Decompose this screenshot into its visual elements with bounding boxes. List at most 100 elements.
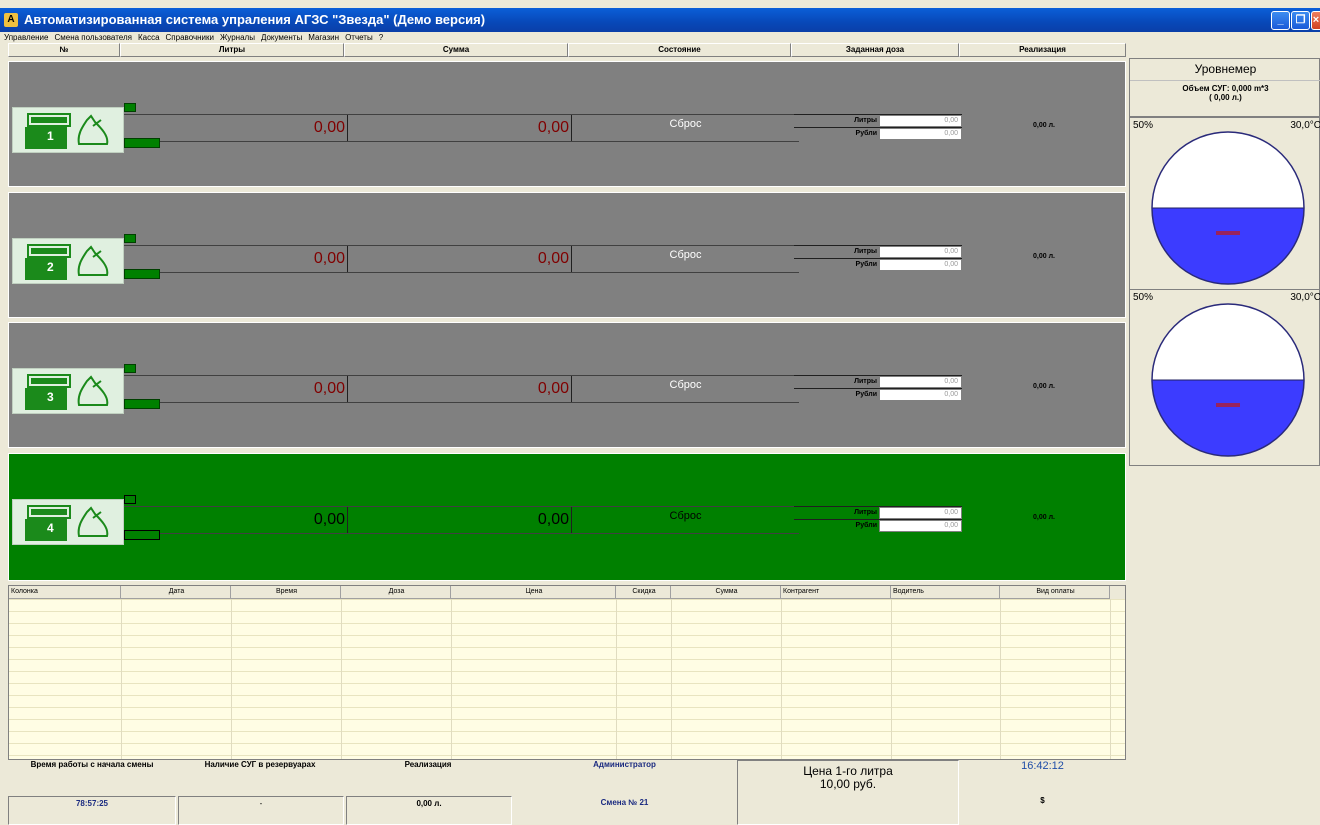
col-dose[interactable]: Заданная доза (791, 43, 959, 57)
transactions-table[interactable]: Колонка Дата Время Доза Цена Скидка Сумм… (8, 585, 1126, 760)
status-indicator-bottom (124, 530, 160, 540)
tank-1[interactable]: 50% 30,0°C (1130, 117, 1320, 289)
dispenser-panel-1[interactable]: 1 0,00 0,00 Сброс Литры 0,00 Рубли 0,00 0,… (8, 61, 1126, 187)
realization-value: 0,00 л. (1033, 253, 1055, 260)
th-counterparty[interactable]: Контрагент (781, 586, 891, 599)
shift-number: Смена № 21 (600, 798, 649, 807)
level-meter-title: Уровнемер (1130, 59, 1320, 81)
tank-sensor-mark (1216, 231, 1240, 235)
dose-rub-input[interactable]: 0,00 (879, 259, 962, 271)
minimize-icon: _ (1277, 14, 1284, 26)
dose-rub-input[interactable]: 0,00 (879, 128, 962, 140)
th-date[interactable]: Дата (121, 586, 231, 599)
state-value: Сброс (669, 249, 702, 261)
col-number[interactable]: № (8, 43, 120, 57)
work-time-value: 78:57:25 (8, 796, 176, 825)
dispenser-icon-box[interactable]: 3 (12, 368, 124, 414)
sum-value: 0,00 (348, 115, 572, 141)
menu-item-reports[interactable]: Отчеты (345, 33, 373, 42)
col-state[interactable]: Состояние (568, 43, 791, 57)
dose-liters-label: Литры (854, 117, 877, 124)
dispenser-icon-box[interactable]: 4 (12, 499, 124, 545)
restore-button[interactable]: ❐ (1291, 11, 1310, 30)
status-indicator-bottom (124, 399, 160, 409)
dose-liters-label: Литры (854, 509, 877, 516)
fuel-pump-icon: 1 (25, 113, 71, 149)
dose-group: Литры 0,00 Рубли 0,00 (794, 375, 962, 403)
fuel-pump-icon: 2 (25, 244, 71, 280)
dose-liters-label: Литры (854, 378, 877, 385)
dispenser-number: 1 (47, 129, 54, 143)
menu-item-help[interactable]: ? (379, 33, 383, 42)
sum-value: 0,00 (348, 246, 572, 272)
dose-rub-input[interactable]: 0,00 (879, 389, 962, 401)
col-sum[interactable]: Сумма (344, 43, 568, 57)
th-price[interactable]: Цена (451, 586, 616, 599)
sum-value: 0,00 (348, 376, 572, 402)
table-body[interactable] (9, 599, 1125, 759)
price-box: Цена 1-го литра 10,00 руб. (737, 760, 959, 825)
menu-item-change-user[interactable]: Смена пользователя (54, 33, 131, 42)
menu-bar: Управление Смена пользователя Касса Справоч… (0, 32, 1320, 43)
status-indicator-bottom (124, 138, 160, 148)
dispenser-fields: 0,00 0,00 Сброс (124, 245, 799, 273)
dispenser-panel-3[interactable]: 3 0,00 0,00 Сброс Литры 0,00 Рубли 0,00 0,… (8, 322, 1126, 448)
dose-liters-input[interactable]: 0,00 (879, 376, 962, 388)
th-column[interactable]: Колонка (9, 586, 121, 599)
state-value: Сброс (669, 379, 702, 391)
dispenser-icon-box[interactable]: 1 (12, 107, 124, 153)
menu-item-control[interactable]: Управление (4, 33, 48, 42)
menu-item-cash[interactable]: Касса (138, 33, 160, 42)
th-time[interactable]: Время (231, 586, 341, 599)
title-bar[interactable]: A Автоматизированная система упраления А… (0, 8, 1320, 32)
dose-group: Литры 0,00 Рубли 0,00 (794, 245, 962, 273)
col-realization[interactable]: Реализация (959, 43, 1126, 57)
tank-2[interactable]: 50% 30,0°C (1130, 289, 1320, 467)
volume-line-2: ( 0,00 л.) (1209, 93, 1242, 102)
dispenser-icon-box[interactable]: 2 (12, 238, 124, 284)
level-meter-volume: Объем СУГ: 0,000 m*3 ( 0,00 л.) (1130, 81, 1320, 117)
dispenser-fields: 0,00 0,00 Сброс (124, 114, 799, 142)
dose-liters-input[interactable]: 0,00 (879, 507, 962, 519)
dose-rub-input[interactable]: 0,00 (879, 520, 962, 532)
dose-liters-input[interactable]: 0,00 (879, 115, 962, 127)
nozzle-icon (77, 506, 109, 537)
tank-gauge (1151, 303, 1305, 457)
th-discount[interactable]: Скидка (616, 586, 671, 599)
window-title: Автоматизированная система упраления АГЗ… (24, 12, 486, 27)
dose-rub-label: Рубли (855, 391, 877, 398)
dispenser-panel-4[interactable]: 4 0,00 0,00 Сброс Литры 0,00 Рубли 0,00 0,… (8, 453, 1126, 581)
work-time-label: Время работы с начала смены (30, 760, 154, 769)
close-button[interactable]: × (1311, 11, 1320, 30)
realization-value: 0,00 л. (1033, 122, 1055, 129)
dispenser-number: 2 (47, 260, 54, 274)
realization-total: 0,00 л. (346, 796, 512, 825)
th-sum[interactable]: Сумма (671, 586, 781, 599)
state-value: Сброс (669, 118, 702, 130)
fuel-pump-icon: 3 (25, 374, 71, 410)
clock: 16:42:12 (1021, 760, 1064, 772)
realization-value: 0,00 л. (1033, 514, 1055, 521)
minimize-button[interactable]: _ (1271, 11, 1290, 30)
volume-line-1: Объем СУГ: 0,000 m*3 (1182, 84, 1269, 93)
status-area: Время работы с начала смены Наличие СУГ … (8, 758, 1126, 825)
menu-item-documents[interactable]: Документы (261, 33, 302, 42)
menu-item-shop[interactable]: Магазин (308, 33, 339, 42)
menu-item-journals[interactable]: Журналы (220, 33, 255, 42)
th-dose[interactable]: Доза (341, 586, 451, 599)
user-name: Администратор (593, 760, 656, 769)
sum-value: 0,00 (348, 507, 572, 533)
status-indicator-top (124, 495, 136, 504)
tank-gauge (1151, 131, 1305, 285)
dispenser-panel-2[interactable]: 2 0,00 0,00 Сброс Литры 0,00 Рубли 0,00 0,… (8, 192, 1126, 318)
nozzle-icon (77, 114, 109, 145)
tank-fill (1152, 380, 1304, 456)
menu-item-references[interactable]: Справочники (166, 33, 214, 42)
fuel-pump-icon: 4 (25, 505, 71, 541)
dose-liters-input[interactable]: 0,00 (879, 246, 962, 258)
dose-group: Литры 0,00 Рубли 0,00 (794, 114, 962, 142)
col-liters[interactable]: Литры (120, 43, 344, 57)
th-payment-type[interactable]: Вид оплаты (1000, 586, 1110, 599)
price-value: 10,00 руб. (819, 777, 877, 791)
th-driver[interactable]: Водитель (891, 586, 1000, 599)
